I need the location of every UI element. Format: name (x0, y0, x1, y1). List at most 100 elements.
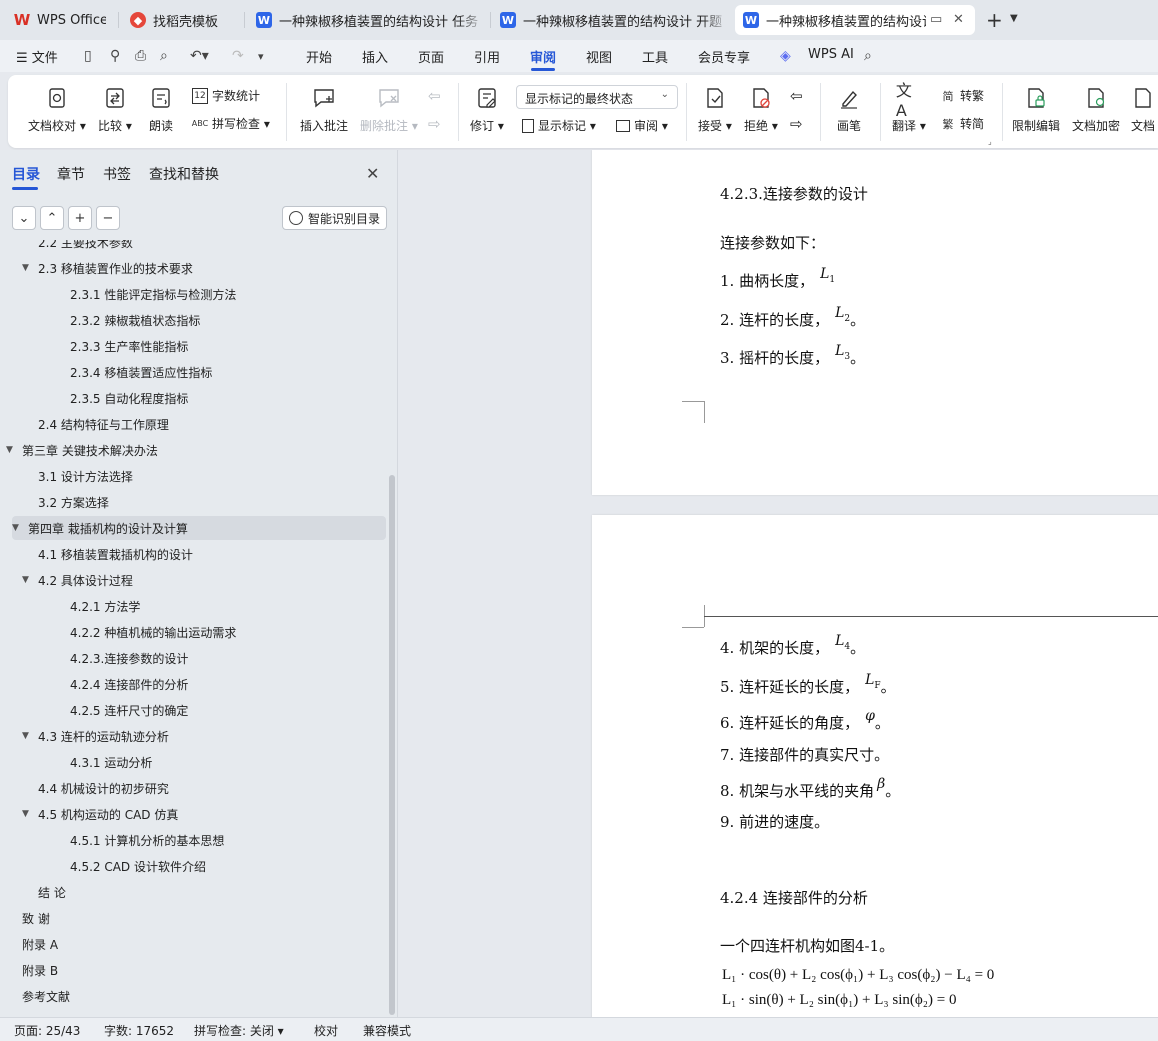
toc-item[interactable]: ▼ 第四章 栽插机构的设计及计算 (12, 516, 386, 540)
doc-more-button[interactable]: 文档 (1130, 85, 1156, 134)
menu-page[interactable]: 页面 (418, 47, 444, 66)
add-heading-button[interactable]: + (68, 206, 92, 230)
toc-item[interactable]: ▼ 4.3 连杆的运动轨迹分析 (22, 724, 169, 748)
doc-check-button[interactable]: 文档校对 ▾ (28, 85, 86, 134)
translate-button[interactable]: 文A 翻译 ▾ (892, 81, 926, 134)
toc-item[interactable]: ▼ 4.5 机构运动的 CAD 仿真 (22, 802, 178, 826)
tab-wps-office[interactable]: W WPS Office (6, 5, 114, 35)
wps-ai-button[interactable]: WPS AI (808, 47, 854, 62)
toc-item[interactable]: 附录 B (22, 958, 58, 982)
toc-item[interactable]: ▼ 4.2 具体设计过程 (22, 568, 133, 592)
toc-item[interactable]: 参考文献 (22, 984, 70, 1008)
insert-comment-button[interactable]: 插入批注 (300, 85, 348, 134)
share-icon[interactable]: ⚲ (110, 48, 120, 64)
menu-insert[interactable]: 插入 (362, 47, 388, 66)
nav-tab-sections[interactable]: 章节 (57, 164, 85, 184)
display-mode-select[interactable]: 显示标记的最终状态 ⌄ (516, 85, 678, 109)
menu-view[interactable]: 视图 (586, 47, 612, 66)
toc-item[interactable]: 4.5.1 计算机分析的基本思想 (70, 828, 224, 852)
new-tab-icon[interactable]: + (986, 8, 1003, 32)
toc-item[interactable]: ▼ 2.3 移植装置作业的技术要求 (22, 256, 193, 280)
toc-item[interactable]: 4.3.1 运动分析 (70, 750, 152, 774)
expand-down-button[interactable]: ⌄ (12, 206, 36, 230)
tab-proposal-document[interactable]: W 一种辣椒移植装置的结构设计 开题报告 (492, 5, 730, 35)
toc-item[interactable]: 3.1 设计方法选择 (38, 464, 133, 488)
menu-home[interactable]: 开始 (306, 47, 332, 66)
toc-item[interactable]: 结 论 (38, 880, 66, 904)
menu-review[interactable]: 审阅 (530, 47, 556, 66)
file-menu[interactable]: ☰ 文件 (16, 47, 58, 66)
proofread-status[interactable]: 校对 (314, 1022, 338, 1039)
tab-task-document[interactable]: W 一种辣椒移植装置的结构设计 任务书 (248, 5, 486, 35)
float-window-icon[interactable]: ▭ (930, 12, 942, 27)
toc-item[interactable]: 4.2.5 连杆尺寸的确定 (70, 698, 188, 722)
smart-toc-button[interactable]: 智能识别目录 (282, 206, 388, 230)
spell-check-status[interactable]: 拼写检查: 关闭 ▾ (194, 1022, 284, 1039)
spell-check-button[interactable]: ABC 拼写检查 ▾ (192, 115, 270, 132)
expand-toggle-icon[interactable]: ▼ (6, 445, 22, 455)
toc-item[interactable]: 4.2.1 方法学 (70, 594, 140, 618)
menu-tools[interactable]: 工具 (642, 47, 668, 66)
more-quick-access-icon[interactable]: ▾ (258, 50, 264, 63)
to-traditional-button[interactable]: 简 转繁 (940, 87, 985, 104)
toc-item[interactable]: 4.4 机械设计的初步研究 (38, 776, 169, 800)
prev-revision-icon[interactable]: ⇦ (790, 87, 803, 105)
toc-item[interactable]: 附录 A (22, 932, 58, 956)
to-simplified-button[interactable]: 繁 转简 (940, 115, 985, 132)
expand-toggle-icon[interactable]: ▼ (22, 809, 38, 819)
collapse-up-button[interactable]: ⌃ (40, 206, 64, 230)
accept-button[interactable]: 接受 ▾ (698, 85, 732, 134)
delete-comment-button[interactable]: 删除批注 ▾ (360, 85, 418, 134)
toc-item[interactable]: 3.2 方案选择 (38, 490, 109, 514)
tab-current-document[interactable]: W 一种辣椒移植装置的结构设计 ▭ ✕ (735, 5, 975, 35)
chevron-down-icon[interactable]: ▼ (1010, 13, 1018, 24)
prev-comment-icon[interactable]: ⇦ (428, 87, 441, 105)
compare-button[interactable]: 比较 ▾ (98, 85, 132, 134)
toc-item[interactable]: 4.2.2 种植机械的输出运动需求 (70, 620, 236, 644)
toc-item[interactable]: 4.2.4 连接部件的分析 (70, 672, 188, 696)
tab-docer-templates[interactable]: ◆ 找稻壳模板 (122, 5, 240, 35)
remove-heading-button[interactable]: − (96, 206, 120, 230)
word-count-status[interactable]: 字数: 17652 (104, 1022, 174, 1039)
revise-button[interactable]: 修订 ▾ (470, 85, 504, 134)
toc-item[interactable]: 2.3.2 辣椒栽植状态指标 (70, 308, 200, 332)
reject-button[interactable]: 拒绝 ▾ (744, 85, 778, 134)
close-icon[interactable]: ✕ (366, 164, 379, 183)
toc-item[interactable]: 4.1 移植装置栽插机构的设计 (38, 542, 193, 566)
toc-item[interactable]: 4.5.2 CAD 设计软件介绍 (70, 854, 206, 878)
toc-item[interactable]: 2.3.1 性能评定指标与检测方法 (70, 282, 236, 306)
nav-tab-bookmarks[interactable]: 书签 (103, 164, 131, 184)
toc-item[interactable]: 致 谢 (22, 906, 50, 930)
toc-item[interactable]: 4.2.3.连接参数的设计 (70, 646, 188, 670)
nav-tab-toc[interactable]: 目录 (12, 164, 40, 184)
nav-scrollbar[interactable] (389, 475, 395, 1015)
page-indicator[interactable]: 页面: 25/43 (14, 1022, 80, 1039)
toc-item[interactable]: 2.3.5 自动化程度指标 (70, 386, 188, 410)
search-icon[interactable]: ⌕ (864, 48, 872, 64)
next-comment-icon[interactable]: ⇨ (428, 115, 441, 133)
save-icon[interactable]: ▯ (84, 48, 92, 64)
toc-item[interactable]: 2.3.4 移植装置适应性指标 (70, 360, 212, 384)
read-aloud-button[interactable]: 朗读 (148, 85, 174, 134)
restrict-edit-button[interactable]: 限制编辑 (1012, 85, 1060, 134)
dialog-launcher-icon[interactable]: ⌟ (988, 137, 992, 146)
print-preview-icon[interactable]: ⌕ (160, 48, 168, 64)
menu-references[interactable]: 引用 (474, 47, 500, 66)
toc-item[interactable]: 2.3.3 生产率性能指标 (70, 334, 188, 358)
toc-item[interactable]: 2.4 结构特征与工作原理 (38, 412, 169, 436)
toc-item[interactable]: 2.2 主要技术参数 (38, 240, 133, 254)
toc-item[interactable]: ▼ 第三章 关键技术解决办法 (6, 438, 158, 462)
pen-button[interactable]: 画笔 (836, 85, 862, 134)
nav-tab-find-replace[interactable]: 查找和替换 (149, 164, 219, 184)
expand-toggle-icon[interactable]: ▼ (22, 575, 38, 585)
expand-toggle-icon[interactable]: ▼ (22, 731, 38, 741)
print-icon[interactable]: ⎙ (135, 48, 146, 64)
encrypt-button[interactable]: 文档加密 (1072, 85, 1120, 134)
expand-toggle-icon[interactable]: ▼ (12, 523, 28, 533)
close-tab-icon[interactable]: ✕ (953, 12, 964, 27)
expand-toggle-icon[interactable]: ▼ (22, 263, 38, 273)
review-pane-button[interactable]: 审阅 ▾ (616, 117, 668, 134)
redo-icon[interactable]: ↷ (232, 48, 244, 64)
next-revision-icon[interactable]: ⇨ (790, 115, 803, 133)
word-count-button[interactable]: 12 字数统计 (192, 87, 260, 104)
